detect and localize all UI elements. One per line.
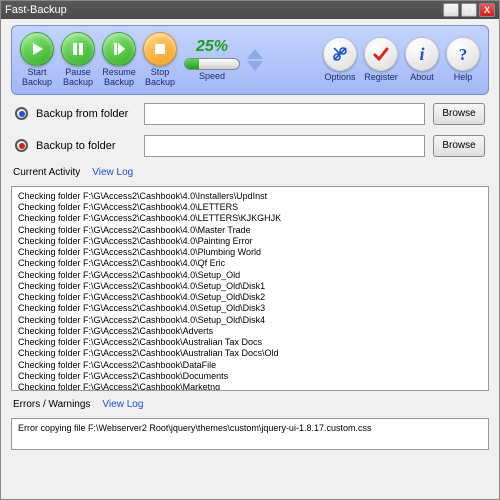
- resume-icon: [102, 32, 136, 66]
- speed-up-button[interactable]: [247, 49, 263, 59]
- speed-arrows: [247, 49, 263, 71]
- resume-backup-button[interactable]: ResumeBackup: [102, 32, 136, 88]
- log-line: Checking folder F:\G\Access2\Cashbook\4.…: [18, 303, 482, 314]
- start-backup-button[interactable]: StartBackup: [20, 32, 54, 88]
- log-line: Checking folder F:\G\Access2\Cashbook\4.…: [18, 247, 482, 258]
- options-icon: [323, 37, 357, 71]
- log-line: Checking folder F:\G\Access2\Cashbook\4.…: [18, 225, 482, 236]
- svg-text:?: ?: [459, 45, 468, 64]
- log-line: Checking folder F:\G\Access2\Cashbook\Ad…: [18, 326, 482, 337]
- errors-log[interactable]: Error copying file F:\Webserver2 Root\jq…: [11, 418, 489, 450]
- about-button[interactable]: i About: [405, 37, 439, 83]
- log-line: Error copying file F:\Webserver2 Root\jq…: [18, 423, 482, 434]
- activity-header: Current Activity: [13, 167, 80, 178]
- info-icon: i: [405, 37, 439, 71]
- stop-icon: [143, 32, 177, 66]
- log-line: Checking folder F:\G\Access2\Cashbook\Au…: [18, 348, 482, 359]
- errors-header: Errors / Warnings: [13, 399, 90, 410]
- minimize-button[interactable]: —: [443, 3, 459, 17]
- register-button[interactable]: Register: [364, 37, 398, 83]
- log-line: Checking folder F:\G\Access2\Cashbook\4.…: [18, 258, 482, 269]
- speed-down-button[interactable]: [247, 61, 263, 71]
- help-button[interactable]: ? Help: [446, 37, 480, 83]
- log-line: Checking folder F:\G\Access2\Cashbook\Da…: [18, 360, 482, 371]
- help-icon: ?: [446, 37, 480, 71]
- pause-icon: [61, 32, 95, 66]
- backup-from-label: Backup from folder: [36, 108, 136, 120]
- speed-bar: [184, 58, 240, 70]
- register-icon: [364, 37, 398, 71]
- toolbar: StartBackup PauseBackup ResumeBackup Sto…: [11, 25, 489, 95]
- play-icon: [20, 32, 54, 66]
- log-line: Checking folder F:\G\Access2\Cashbook\Do…: [18, 371, 482, 382]
- pause-backup-button[interactable]: PauseBackup: [61, 32, 95, 88]
- backup-to-radio[interactable]: [15, 139, 28, 152]
- log-line: Checking folder F:\G\Access2\Cashbook\4.…: [18, 213, 482, 224]
- log-line: Checking folder F:\G\Access2\Cashbook\4.…: [18, 315, 482, 326]
- activity-log[interactable]: Checking folder F:\G\Access2\Cashbook\4.…: [11, 186, 489, 391]
- log-line: Checking folder F:\G\Access2\Cashbook\4.…: [18, 281, 482, 292]
- maximize-button[interactable]: ▢: [461, 3, 477, 17]
- speed-indicator: 25% Speed: [184, 38, 240, 82]
- options-button[interactable]: Options: [323, 37, 357, 83]
- log-line: Checking folder F:\G\Access2\Cashbook\4.…: [18, 236, 482, 247]
- stop-backup-button[interactable]: StopBackup: [143, 32, 177, 88]
- speed-percent: 25%: [196, 38, 228, 56]
- window-title: Fast-Backup: [5, 4, 443, 16]
- errors-view-log-link[interactable]: View Log: [102, 399, 143, 410]
- browse-to-button[interactable]: Browse: [433, 135, 485, 157]
- log-line: Checking folder F:\G\Access2\Cashbook\4.…: [18, 191, 482, 202]
- browse-from-button[interactable]: Browse: [433, 103, 485, 125]
- log-line: Checking folder F:\G\Access2\Cashbook\Au…: [18, 337, 482, 348]
- log-line: Checking folder F:\G\Access2\Cashbook\Ma…: [18, 382, 482, 391]
- backup-to-label: Backup to folder: [36, 140, 136, 152]
- backup-from-input[interactable]: [144, 103, 425, 125]
- titlebar: Fast-Backup — ▢ X: [1, 1, 499, 19]
- log-line: Checking folder F:\G\Access2\Cashbook\4.…: [18, 270, 482, 281]
- app-window: Fast-Backup — ▢ X StartBackup PauseBacku…: [0, 0, 500, 500]
- log-line: Checking folder F:\G\Access2\Cashbook\4.…: [18, 202, 482, 213]
- svg-text:i: i: [419, 44, 424, 64]
- close-button[interactable]: X: [479, 3, 495, 17]
- backup-to-input[interactable]: [144, 135, 425, 157]
- backup-from-radio[interactable]: [15, 107, 28, 120]
- log-line: Checking folder F:\G\Access2\Cashbook\4.…: [18, 292, 482, 303]
- activity-view-log-link[interactable]: View Log: [92, 167, 133, 178]
